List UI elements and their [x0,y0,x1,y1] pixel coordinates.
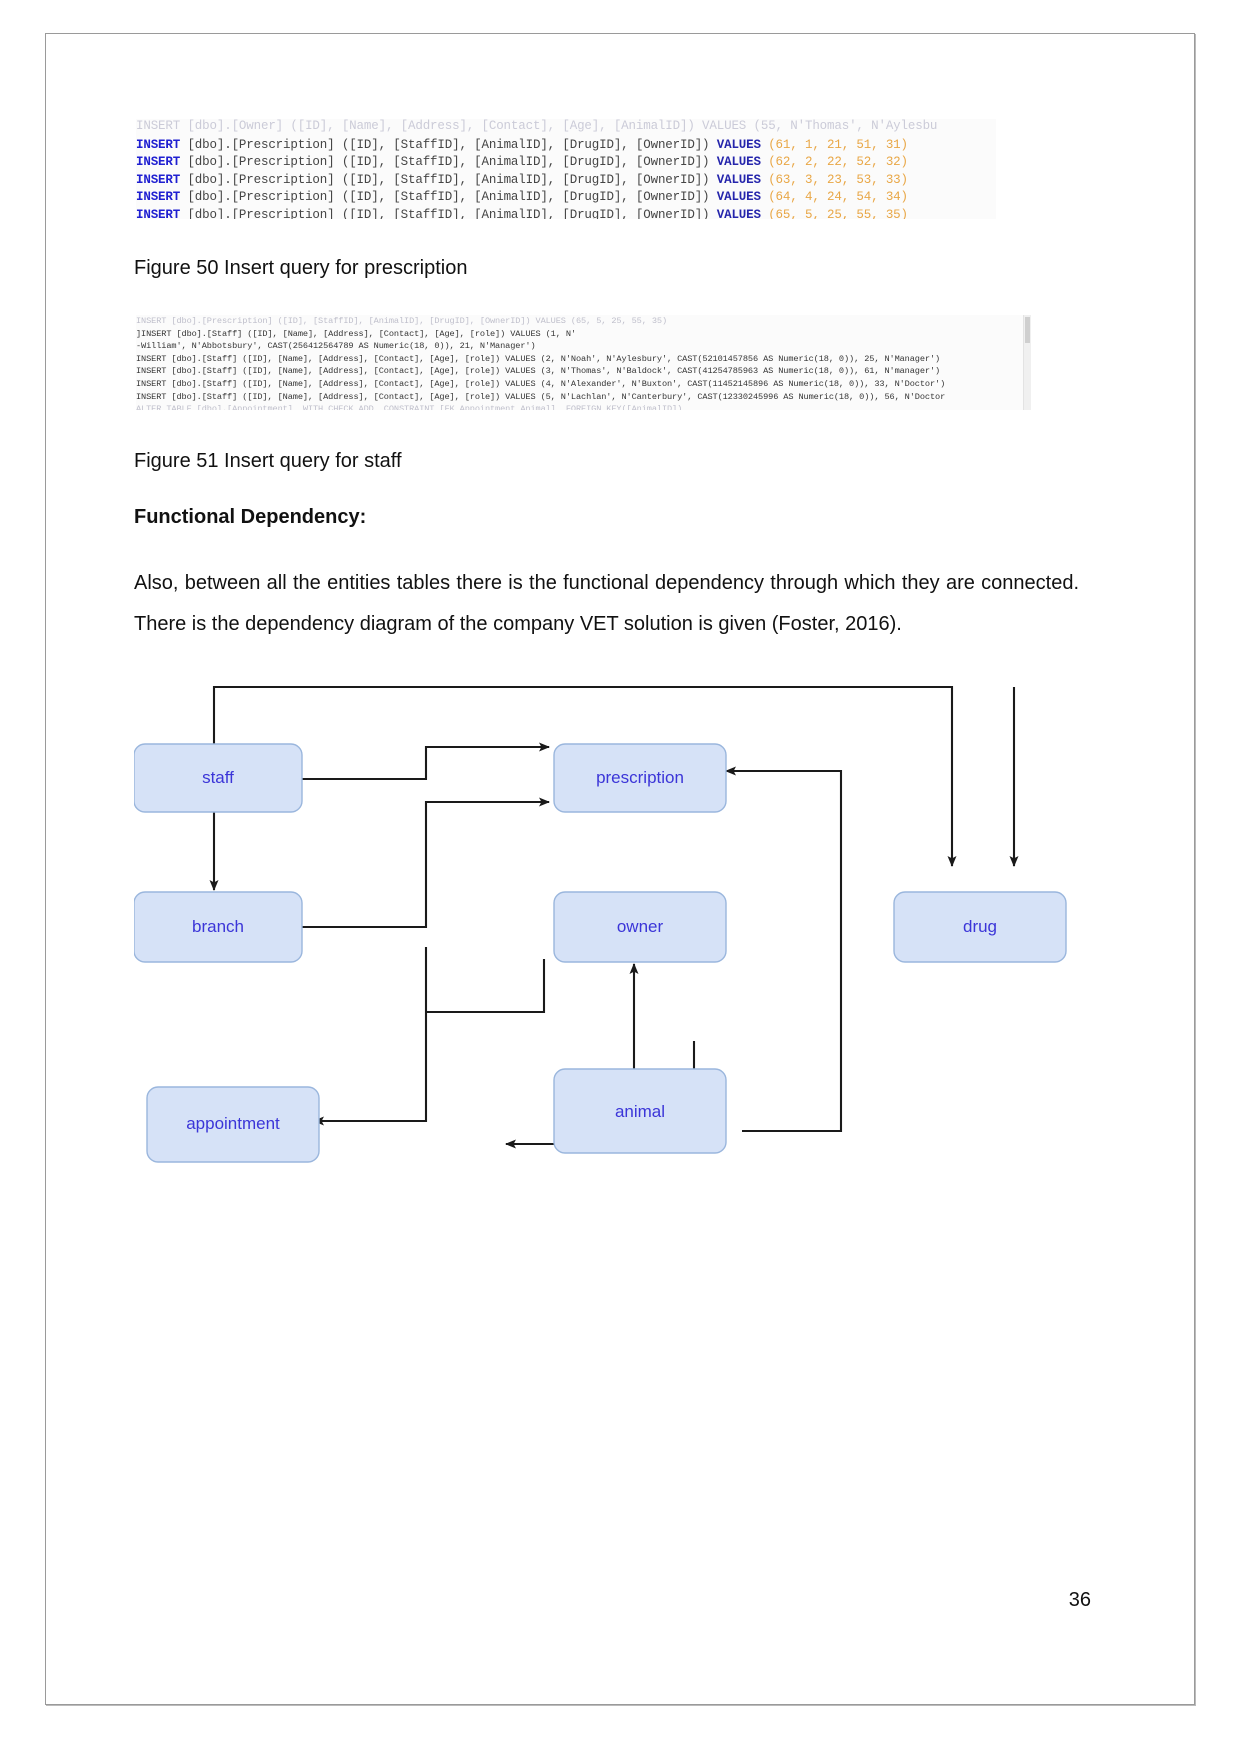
entity-label-animal: animal [615,1102,665,1121]
code-line: INSERT [dbo].[Prescription] ([ID], [Staf… [136,154,996,172]
sql-values: (65, 5, 25, 55, 35) [760,207,908,219]
entity-drug[interactable]: drug [893,891,1067,963]
code-line: INSERT [dbo].[Prescription] ([ID], [Staf… [136,137,996,155]
code-line: INSERT [dbo].[Prescription] ([ID], [Staf… [136,172,996,190]
entity-animal[interactable]: animal [553,1068,727,1154]
sql-values: (63, 3, 23, 53, 33) [760,172,908,187]
code-line: INSERT [dbo].[Staff] ([ID], [Name], [Add… [136,378,946,389]
entity-label-drug: drug [963,917,997,936]
connector-branch-to-prescription [302,797,550,929]
sql-values: (61, 1, 21, 51, 31) [760,137,908,152]
code-line: ]INSERT [dbo].[Staff] ([ID], [Name], [Ad… [136,328,576,339]
sql-values: (64, 4, 24, 54, 34) [760,190,908,205]
sql-keyword: INSERT [136,172,181,187]
page-number: 36 [1068,1589,1091,1611]
code-line: INSERT [dbo].[Prescription] ([ID], [Staf… [136,207,996,219]
prescription-code-screenshot: INSERT [dbo].[Owner] ([ID], [Name], [Add… [136,119,996,219]
code-line: INSERT [dbo].[Staff] ([ID], [Name], [Add… [136,366,941,377]
code-scrollbar[interactable] [1023,315,1031,410]
code-scrollbar-thumb[interactable] [1025,317,1030,343]
code-line-clipped: INSERT [dbo].[Prescription] ([ID], [Staf… [136,316,667,326]
sql-keyword: INSERT [136,155,181,170]
entity-label-appointment: appointment [186,1114,280,1133]
entity-label-owner: owner [617,917,664,936]
code-line: INSERT [dbo].[Staff] ([ID], [Name], [Add… [136,391,946,402]
figure-51-caption: Figure 51 Insert query for staff [134,450,402,472]
functional-dependency-paragraph: Also, between all the entities tables th… [134,572,1079,635]
sql-values-keyword: VALUES [716,207,761,219]
dependency-diagram: staff prescription branch owner drug app… [134,669,1079,1209]
sql-values-keyword: VALUES [716,155,761,170]
functional-dependency-heading: Functional Dependency: [134,506,367,528]
sql-body: [dbo].[Prescription] ([ID], [StaffID], [… [180,155,717,170]
code-line: INSERT [dbo].[Prescription] ([ID], [Staf… [136,189,996,207]
connector-staff-to-prescription [302,742,550,781]
sql-values: (62, 2, 22, 52, 32) [760,155,908,170]
figure-50-caption: Figure 50 Insert query for prescription [134,257,468,279]
sql-values-keyword: VALUES [716,172,761,187]
sql-keyword: INSERT [136,137,181,152]
connector-owner-to-column [426,959,546,1014]
document-page: INSERT [dbo].[Owner] ([ID], [Name], [Add… [45,33,1195,1705]
staff-code-screenshot: INSERT [dbo].[Prescription] ([ID], [Staf… [136,315,1031,410]
sql-body: [dbo].[Prescription] ([ID], [StaffID], [… [180,137,717,152]
sql-body: [dbo].[Prescription] ([ID], [StaffID], [… [180,207,717,219]
connector-animal-to-prescription [725,766,843,1133]
entity-appointment[interactable]: appointment [146,1086,320,1163]
entity-prescription[interactable]: prescription [553,743,727,813]
entity-label-staff: staff [202,768,234,787]
code-line: -William', N'Abbotsbury', CAST(256412564… [136,341,536,352]
entity-staff[interactable]: staff [134,743,303,813]
sql-keyword: INSERT [136,207,181,219]
code-line-clipped: INSERT [dbo].[Owner] ([ID], [Name], [Add… [136,119,938,133]
sql-body: [dbo].[Prescription] ([ID], [StaffID], [… [180,172,717,187]
diagram-entities: staff prescription branch owner drug app… [134,743,1067,1163]
sql-body: [dbo].[Prescription] ([ID], [StaffID], [… [180,190,717,205]
page-content: INSERT [dbo].[Owner] ([ID], [Name], [Add… [134,119,1079,1209]
entity-label-prescription: prescription [596,768,684,787]
connector-branch-to-appointment [313,947,428,1126]
entity-owner[interactable]: owner [553,891,727,963]
entity-label-branch: branch [192,917,244,936]
sql-values-keyword: VALUES [716,190,761,205]
entity-branch[interactable]: branch [134,891,303,963]
sql-values-keyword: VALUES [716,137,761,152]
code-line: INSERT [dbo].[Staff] ([ID], [Name], [Add… [136,353,941,364]
code-line-clipped: ALTER TABLE [dbo].[Appointment] WITH CHE… [136,404,683,410]
sql-keyword: INSERT [136,190,181,205]
